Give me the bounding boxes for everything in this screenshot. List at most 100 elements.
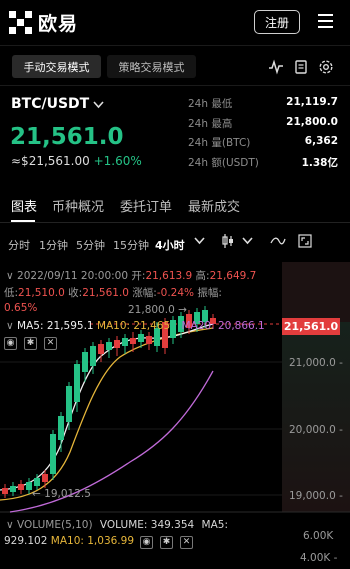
header: 欧易 注册 [0,0,350,44]
tab-strategy-mode[interactable]: 策略交易模式 [107,55,196,78]
interval-bar: 分时 1分钟 5分钟 15分钟 4小时 [0,229,350,259]
volume-axis-label: 4.00K - [300,552,338,564]
candle-type-icon[interactable] [221,233,235,252]
stat-value: 6,362 [304,135,338,147]
candle-body [58,416,64,440]
ma5-legend: MA5: 21,595.1 [17,320,94,332]
tab-chart[interactable]: 图表 [11,196,37,215]
last-price-tag: 21,561.0 [282,318,340,335]
volume-legend-2: 929.102 MA10: 1,036.99 [4,535,134,547]
candle-info-line1: ∨ 2022/09/11 20:00:00 开:21,613.9 高:21,64… [6,270,257,282]
section-tabs: 图表 币种概况 委托订单 最新成交 [0,183,350,223]
trade-mode-bar: 手动交易模式 策略交易模式 [0,45,350,86]
line-indicator-icon[interactable] [270,236,286,249]
stat-row: 24h 最低 21,119.7 [188,96,338,116]
fiat-price: ≈$21,561.00 [11,154,90,168]
menu-icon[interactable] [318,14,333,28]
y-axis-label: 20,000.0 - [289,424,343,436]
volume-ma10: MA10: 1,036.99 [50,535,135,547]
candle-body [10,486,16,492]
stat-row: 24h 量(BTC) 6,362 [188,135,338,155]
pulse-icon[interactable] [268,59,284,75]
eye-icon[interactable]: ◉ [140,536,153,549]
low-label: 低: [4,287,19,299]
stat-value: 21,119.7 [286,96,338,108]
logo[interactable]: 欧易 [9,9,78,36]
candle-body [106,342,112,350]
okx-logo-icon [9,11,32,34]
tab-coin-overview[interactable]: 币种概况 [52,196,104,215]
interval-5m[interactable]: 5分钟 [76,237,105,253]
notes-icon[interactable] [293,59,309,75]
amp-label: 振幅: [197,287,222,299]
pair-name[interactable]: BTC/USDT [11,96,89,112]
eye-icon[interactable]: ◉ [4,337,17,350]
volume-value: VOLUME: 349.354 [99,519,195,531]
amp-value: 0.65% [4,302,38,314]
close-value: 21,561.0 [82,287,129,299]
candle-body [114,340,120,348]
active-tab-underline [11,220,35,222]
chg-value: -0.24% [156,287,195,299]
gear-icon[interactable]: ✱ [24,337,37,350]
price-change: +1.60% [93,154,142,168]
chevron-down-icon[interactable] [93,98,104,112]
kline-chart[interactable]: ∨ 2022/09/11 20:00:00 开:21,613.9 高:21,64… [0,262,350,569]
volume-title: VOLUME(5,10) [17,519,93,531]
volume-ma5-value: 929.102 [4,535,48,547]
stat-value: 21,800.0 [286,115,338,128]
high-label: 高: [195,270,210,282]
candle-body [98,344,104,354]
chg-label: 涨幅: [132,287,157,299]
candle-datetime: 2022/09/11 20:00:00 [17,270,129,282]
tab-latest-trades[interactable]: 最新成交 [188,196,240,215]
price-sub: ≈$21,561.00 +1.60% [11,154,142,168]
interval-1m[interactable]: 1分钟 [39,237,68,253]
interval-timeshare[interactable]: 分时 [8,237,30,253]
fullscreen-icon[interactable] [298,234,312,251]
candle-body [90,346,96,366]
chevron-down-icon[interactable] [194,235,205,248]
register-button[interactable]: 注册 [254,10,300,34]
low-marker: ← 19,012.5 [32,488,91,500]
candles [2,306,216,498]
gear-icon[interactable]: ✱ [160,536,173,549]
stat-row: 24h 最高 21,800.0 [188,116,338,136]
tab-manual-mode[interactable]: 手动交易模式 [12,55,101,78]
stat-value: 1.38亿 [301,156,338,169]
ma10-line [0,327,214,501]
candle-body [50,434,56,474]
high-marker: 21,800.0 → [128,304,187,316]
open-value: 21,613.9 [145,270,193,282]
chevron-down-icon[interactable] [242,235,253,248]
volume-ma5-label: MA5: [201,519,228,531]
candle-body [42,474,48,482]
y-axis-label: 19,000.0 - [289,490,343,502]
tab-orders[interactable]: 委托订单 [120,196,172,215]
candle-body [122,338,128,346]
last-price: 21,561.0 [10,124,124,150]
stat-label: 24h 额(USDT) [188,156,259,169]
interval-15m[interactable]: 15分钟 [113,237,149,253]
settings-icon[interactable] [318,59,334,75]
candle-body [146,336,152,344]
volume-legend: ∨ VOLUME(5,10) VOLUME: 349.354 MA5: [6,519,228,531]
candle-body [2,488,8,494]
stat-label: 24h 量(BTC) [188,137,251,149]
logo-text: 欧易 [38,13,79,35]
ma20-legend: MA20: 20,866.1 [181,320,265,332]
candle-info-line3: 0.65% [4,302,37,314]
candle-body [82,352,88,372]
close-icon[interactable]: ✕ [180,536,193,549]
candle-body [130,338,136,344]
ma-legend: ∨ MA5: 21,595.1 MA10: 21,465 MA20: 20,86… [6,320,265,332]
candle-info-line2: 低:21,510.0 收:21,561.0 涨幅:-0.24% 振幅: [4,285,222,300]
close-icon[interactable]: ✕ [44,337,57,350]
candle-body [18,484,24,490]
candle-body [34,478,40,486]
ticker-stats: 24h 最低 21,119.7 24h 最高 21,800.0 24h 量(BTC)… [188,96,338,174]
stat-row: 24h 额(USDT) 1.38亿 [188,155,338,175]
stat-label: 24h 最高 [188,117,233,130]
ma10-legend: MA10: 21,465 [96,320,171,332]
interval-4h[interactable]: 4小时 [155,237,185,253]
